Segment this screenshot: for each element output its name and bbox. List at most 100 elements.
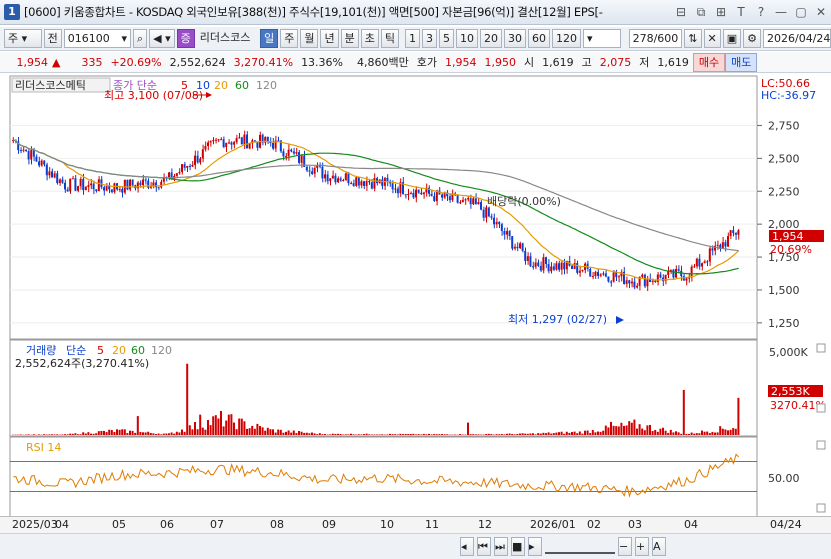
sell-button[interactable]: 매도 (725, 52, 758, 72)
candle-body (693, 266, 696, 268)
volume-bar (734, 428, 737, 435)
volume-bar (290, 432, 293, 435)
interval-60[interactable]: 60 (527, 29, 550, 48)
speaker-icon[interactable]: ◀ ▾ (149, 29, 175, 48)
gear-icon[interactable]: ⚙ (743, 29, 761, 48)
volume-bar (724, 429, 727, 435)
window-list-icon[interactable]: ⊟ (671, 3, 691, 21)
volume-bar (576, 433, 579, 435)
save-icon[interactable]: ▣ (722, 29, 742, 48)
zoom-slider[interactable] (545, 537, 615, 554)
stock-code-input[interactable]: 016100 ▾ (63, 29, 131, 48)
x-axis-label: 10 (380, 518, 394, 531)
candle-body (480, 202, 482, 210)
volume-bar (243, 421, 246, 435)
interval-10[interactable]: 10 (455, 29, 478, 48)
tab-period-minute[interactable]: 분 (340, 29, 359, 48)
volume-bar (272, 429, 274, 435)
candle-body (155, 182, 157, 188)
tab-period-second[interactable]: 초 (360, 29, 379, 48)
volume-bar (204, 429, 207, 435)
volume-bar (433, 434, 436, 435)
candle-body (578, 270, 581, 273)
maximize-button[interactable]: ▢ (791, 3, 811, 21)
volume-bar (188, 425, 191, 435)
minimize-button[interactable]: — (771, 3, 791, 21)
volume-bar (144, 432, 147, 435)
candle-body (630, 281, 633, 284)
volume-bar (669, 429, 672, 435)
zoom-out-button[interactable]: − (618, 537, 632, 556)
text-size-icon[interactable]: T (731, 3, 751, 21)
volume-bar (555, 432, 558, 435)
scroll-left-button[interactable]: ◂ (460, 537, 474, 556)
candle-body (129, 179, 131, 190)
volume-bar (303, 432, 306, 435)
candle-body (272, 142, 274, 149)
window-grid-icon[interactable]: ⊞ (711, 3, 731, 21)
tab-period-tick[interactable]: 틱 (380, 29, 399, 48)
data-count-input[interactable]: 278/600 (628, 29, 683, 48)
up-arrow-icon: ▲ (52, 55, 61, 69)
crosshair-icon[interactable]: ✕ (703, 29, 721, 48)
candle-body (227, 142, 230, 144)
custom-interval-input[interactable]: ▾ (582, 29, 621, 48)
chart-area[interactable]: 2,7502,5002,2502,0001,7501,5001,250 리더스코… (0, 74, 831, 518)
volume-bar (472, 434, 475, 435)
buy-button[interactable]: 매수 (692, 52, 726, 72)
tab-period-day[interactable]: 일 (260, 29, 279, 48)
candle-body (178, 171, 181, 174)
volume-bar (654, 429, 657, 435)
period-unit-select[interactable]: 주 ▾ (4, 29, 42, 48)
candle-body (298, 152, 300, 163)
prev-button[interactable]: 전 (43, 29, 62, 48)
help-icon[interactable]: ? (751, 3, 771, 21)
candle-body (706, 261, 709, 263)
interval-120[interactable]: 120 (551, 29, 581, 48)
price-legend-ma-60: 60 (235, 79, 249, 92)
volume-bar (703, 431, 706, 435)
candle-body (409, 192, 412, 195)
candle-body (485, 207, 488, 218)
zoom-in-button[interactable]: + (635, 537, 649, 556)
candle-body (357, 177, 360, 186)
candle-body (617, 276, 620, 278)
candle-body (256, 142, 259, 148)
interval-20[interactable]: 20 (479, 29, 502, 48)
candle-body (716, 244, 719, 246)
interval-30[interactable]: 30 (503, 29, 526, 48)
candle-body (40, 160, 43, 166)
chart-settings-icon[interactable]: ⇅ (684, 29, 702, 48)
interval-5[interactable]: 5 (438, 29, 454, 48)
volume-bar (474, 434, 477, 435)
candle-body (92, 183, 95, 190)
hc-value: HC:-36.97 (761, 89, 816, 102)
tab-period-week[interactable]: 주 (280, 29, 299, 48)
candle-body (659, 274, 662, 278)
volume-bar (264, 430, 267, 435)
volume-bar (381, 434, 384, 435)
tab-period-year[interactable]: 년 (320, 29, 339, 48)
price-legend-ma-20: 20 (214, 79, 228, 92)
candle-body (212, 140, 215, 142)
interval-1[interactable]: 1 (404, 29, 420, 48)
stop-button[interactable]: ■ (511, 537, 525, 556)
tab-period-month[interactable]: 월 (300, 29, 319, 48)
window-tile-icon[interactable]: ⧉ (691, 3, 711, 21)
candle-body (695, 258, 698, 267)
interval-3[interactable]: 3 (421, 29, 437, 48)
volume-bar (92, 433, 95, 435)
date-input[interactable]: 2026/04/24 (763, 29, 831, 48)
scroll-end-button[interactable]: ⏭ (494, 537, 508, 556)
volume-bar (248, 428, 251, 435)
candle-body (30, 150, 33, 160)
scroll-start-button[interactable]: ⏮ (477, 537, 491, 556)
search-icon[interactable]: ⌕ (133, 29, 148, 48)
scroll-right-button[interactable]: ▸ (528, 537, 542, 556)
candle-body (238, 137, 241, 139)
close-button[interactable]: ✕ (811, 3, 831, 21)
candle-body (675, 269, 677, 278)
text-button[interactable]: A (652, 537, 666, 556)
candle-body (90, 183, 92, 186)
candle-body (38, 161, 40, 166)
